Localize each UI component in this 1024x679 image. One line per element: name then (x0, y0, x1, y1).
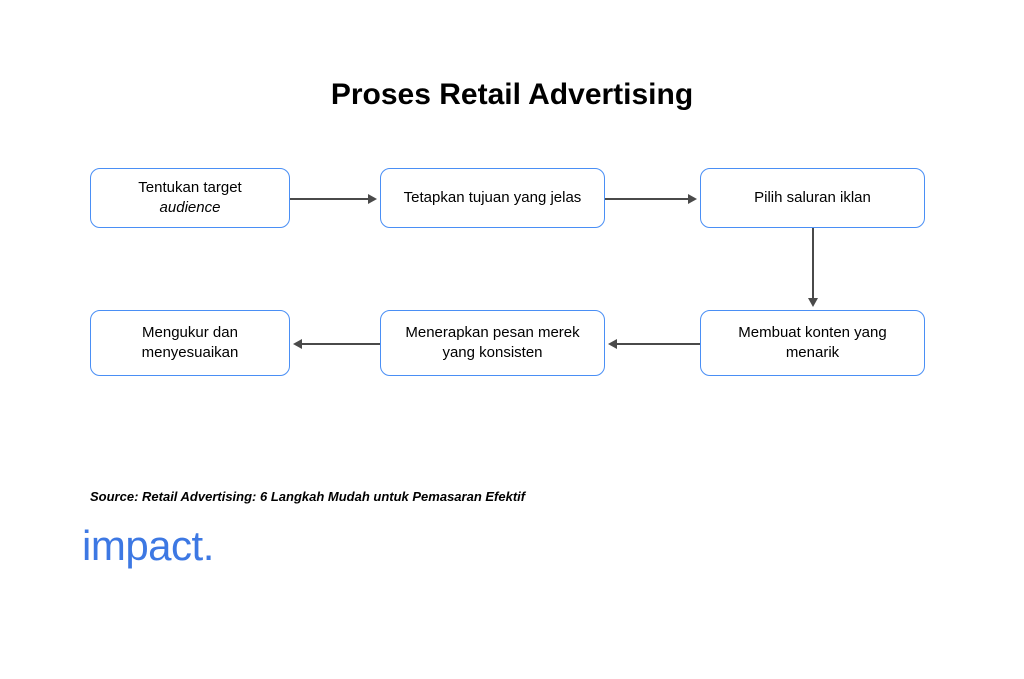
step-5-text-line1: Menerapkan pesan merek (405, 324, 579, 341)
step-box-3: Pilih saluran iklan (700, 168, 925, 228)
arrow-head-2-to-3 (688, 194, 697, 204)
step-5-text-line2: yang konsisten (442, 344, 542, 361)
arrow-5-to-6 (302, 343, 380, 345)
impact-logo: impact. (82, 522, 214, 570)
step-1-text-line2: audience (160, 199, 221, 216)
source-text: Source: Retail Advertising: 6 Langkah Mu… (90, 489, 525, 504)
step-2-text: Tetapkan tujuan yang jelas (404, 188, 582, 208)
step-6-text-line2: menyesuaikan (142, 344, 239, 361)
arrow-2-to-3 (605, 198, 688, 200)
arrow-head-4-to-5 (608, 339, 617, 349)
step-6-text-line1: Mengukur dan (142, 324, 238, 341)
step-box-6: Mengukur dan menyesuaikan (90, 310, 290, 376)
step-box-1: Tentukan target audience (90, 168, 290, 228)
flow-diagram: Tentukan target audience Tetapkan tujuan… (0, 160, 1024, 420)
arrow-3-to-4 (812, 228, 814, 298)
arrow-head-3-to-4 (808, 298, 818, 307)
step-3-text: Pilih saluran iklan (754, 188, 871, 208)
arrow-head-1-to-2 (368, 194, 377, 204)
step-4-text-line1: Membuat konten yang (738, 324, 886, 341)
diagram-title: Proses Retail Advertising (0, 78, 1024, 112)
step-box-2: Tetapkan tujuan yang jelas (380, 168, 605, 228)
arrow-1-to-2 (290, 198, 368, 200)
step-1-text-line1: Tentukan target (138, 179, 241, 196)
step-4-text-line2: menarik (786, 344, 839, 361)
arrow-4-to-5 (617, 343, 700, 345)
step-box-4: Membuat konten yang menarik (700, 310, 925, 376)
step-box-5: Menerapkan pesan merek yang konsisten (380, 310, 605, 376)
arrow-head-5-to-6 (293, 339, 302, 349)
